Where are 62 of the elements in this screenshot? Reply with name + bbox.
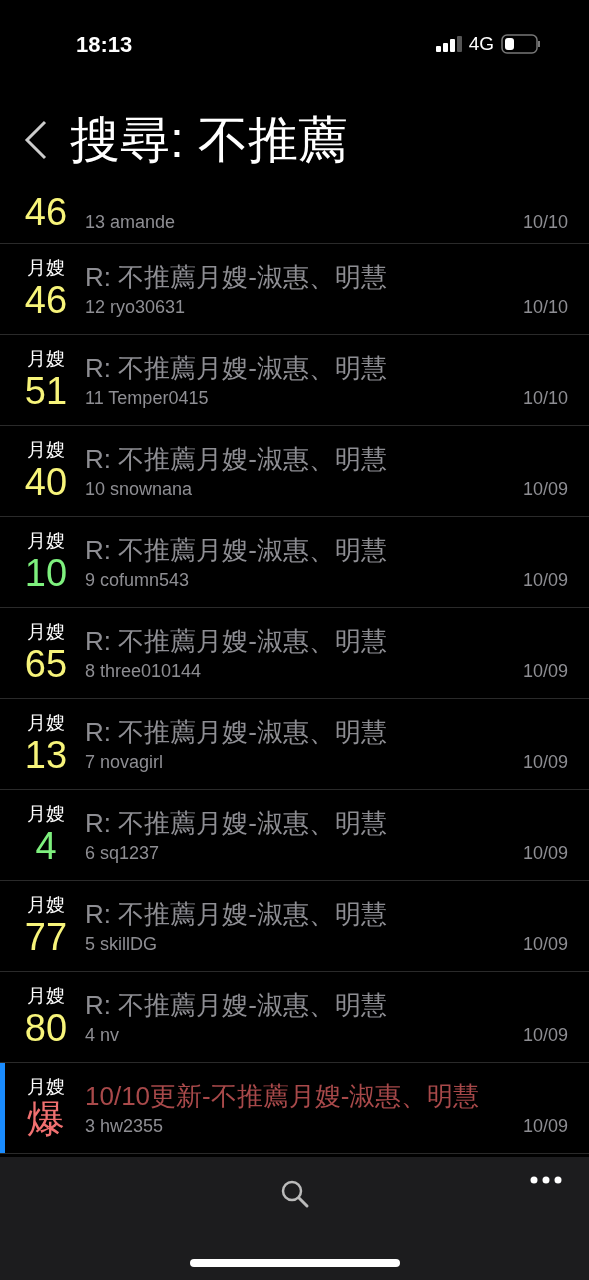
category-label: 月嫂 [27, 530, 65, 552]
author-line: 4 nv [85, 1024, 120, 1046]
category-label: 月嫂 [27, 803, 65, 825]
category-label: 月嫂 [27, 257, 65, 279]
push-count: 爆 [27, 1098, 65, 1140]
post-title[interactable]: R: 不推薦月嫂-淑惠、明慧 [85, 533, 568, 567]
post-row[interactable]: 46 13 amande 10/10 [0, 190, 589, 244]
push-count: 13 [24, 734, 68, 776]
post-date: 10/10 [522, 211, 568, 233]
author-line: 6 sq1237 [85, 842, 160, 864]
post-title[interactable]: R: 不推薦月嫂-淑惠、明慧 [85, 715, 568, 749]
post-title[interactable]: R: 不推薦月嫂-淑惠、明慧 [85, 897, 568, 931]
search-icon[interactable] [279, 1179, 310, 1209]
post-title[interactable]: R: 不推薦月嫂-淑惠、明慧 [85, 624, 568, 658]
post-date: 10/09 [522, 569, 568, 591]
push-count: 40 [24, 461, 68, 503]
push-count: 4 [35, 825, 57, 867]
author-line: 3 hw2355 [85, 1115, 164, 1137]
page-title: 搜尋: 不推薦 [70, 111, 348, 170]
status-time: 18:13 [76, 30, 133, 59]
push-count: 46 [24, 191, 68, 233]
back-icon[interactable] [24, 120, 48, 160]
post-date: 10/09 [522, 933, 568, 955]
post-title[interactable]: R: 不推薦月嫂-淑惠、明慧 [85, 442, 568, 476]
battery-icon [501, 34, 541, 54]
push-count: 10 [24, 552, 68, 594]
author-line: 13 amande [85, 211, 176, 233]
category-label: 月嫂 [27, 894, 65, 916]
post-date: 10/09 [522, 1024, 568, 1046]
author-line: 7 novagirl [85, 751, 164, 773]
post-date: 10/10 [522, 296, 568, 318]
author-line: 12 ryo30631 [85, 296, 186, 318]
author-line: 11 Temper0415 [85, 387, 209, 409]
post-date: 10/09 [522, 1115, 568, 1137]
category-label: 月嫂 [27, 712, 65, 734]
author-line: 9 cofumn543 [85, 569, 190, 591]
push-count: 77 [24, 916, 68, 958]
push-count: 51 [24, 370, 68, 412]
category-label: 月嫂 [27, 985, 65, 1007]
push-count: 80 [24, 1007, 68, 1049]
push-count: 65 [24, 643, 68, 685]
category-label: 月嫂 [27, 439, 65, 461]
category-label: 月嫂 [27, 621, 65, 643]
author-line: 5 skillDG [85, 933, 157, 955]
post-title[interactable]: R: 不推薦月嫂-淑惠、明慧 [85, 988, 568, 1022]
author-line: 10 snownana [85, 478, 193, 500]
push-count: 46 [24, 279, 68, 321]
more-icon[interactable] [530, 1176, 562, 1184]
post-date: 10/09 [522, 478, 568, 500]
post-date: 10/09 [522, 751, 568, 773]
post-date: 10/10 [522, 387, 568, 409]
post-date: 10/09 [522, 842, 568, 864]
post-title[interactable]: R: 不推薦月嫂-淑惠、明慧 [85, 351, 568, 385]
category-label: 月嫂 [27, 1076, 65, 1098]
post-title[interactable]: R: 不推薦月嫂-淑惠、明慧 [85, 260, 568, 294]
network-label: 4G [468, 31, 494, 56]
author-line: 8 three010144 [85, 660, 202, 682]
post-title[interactable]: R: 不推薦月嫂-淑惠、明慧 [85, 806, 568, 840]
signal-icon [435, 36, 462, 52]
category-label: 月嫂 [27, 348, 65, 370]
post-date: 10/09 [522, 660, 568, 682]
post-title[interactable]: 10/10更新-不推薦月嫂-淑惠、明慧 [85, 1079, 568, 1113]
